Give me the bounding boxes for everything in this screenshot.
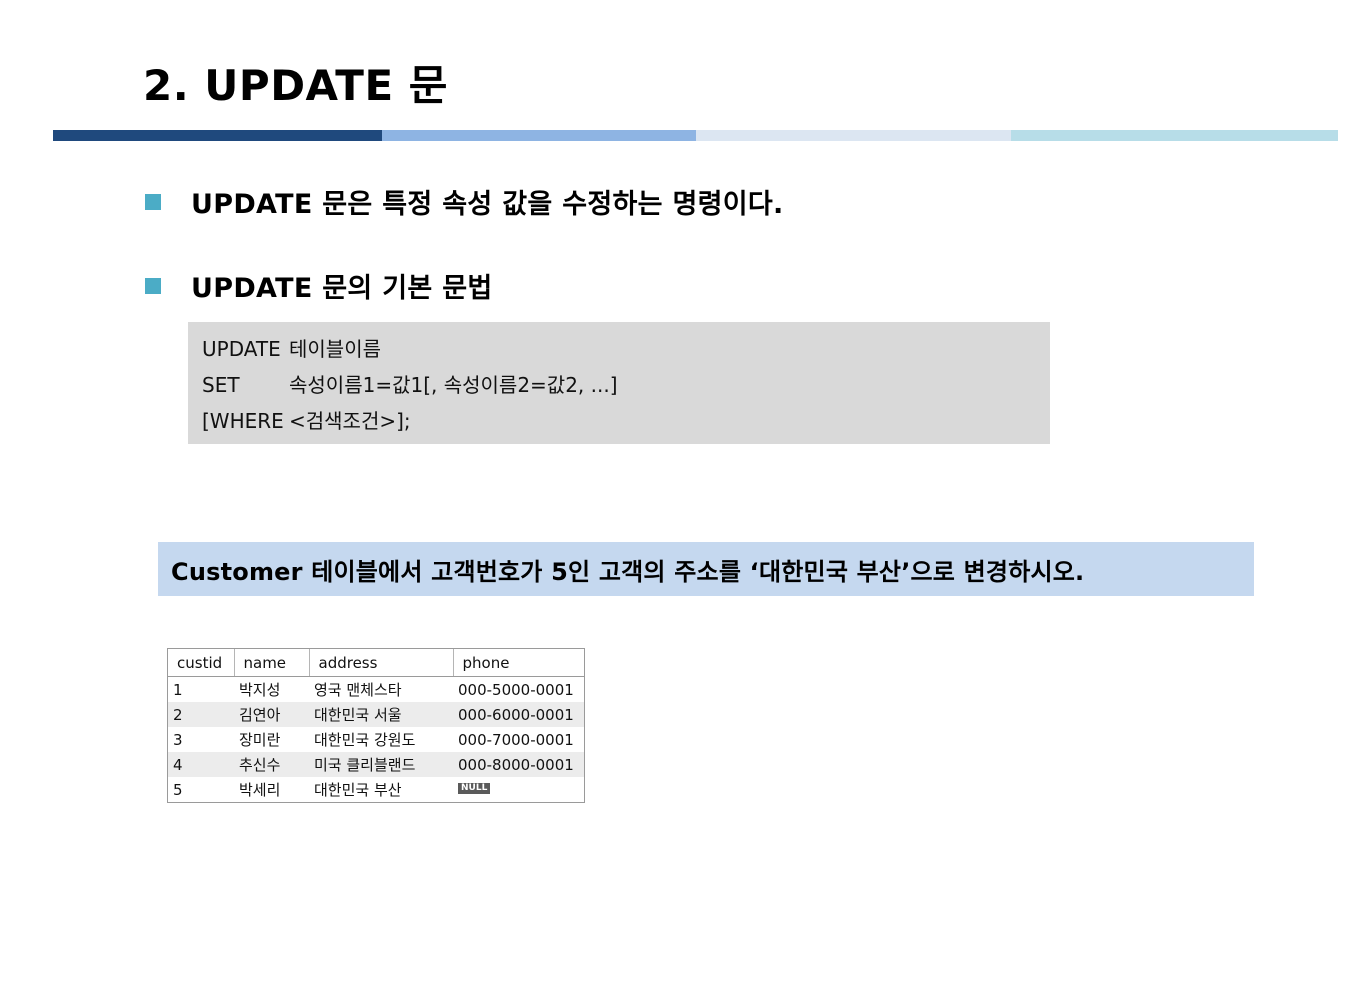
square-bullet-icon	[145, 277, 161, 294]
result-grid: custid name address phone 1 박지성 영국 맨체스타 …	[167, 648, 585, 803]
cell-custid[interactable]: 4	[168, 752, 234, 777]
cell-address[interactable]: 미국 클리블랜드	[309, 752, 453, 777]
bullet-item-syntax: UPDATE 문의 기본 문법	[145, 266, 493, 305]
table-row[interactable]: 2 김연아 대한민국 서울 000-6000-0001	[168, 702, 584, 727]
result-table: custid name address phone 1 박지성 영국 맨체스타 …	[168, 649, 584, 802]
divider-segment-2	[382, 130, 696, 141]
syntax-line: [WHERE <검색조건>];	[202, 406, 1050, 442]
syntax-keyword: SET	[202, 373, 240, 397]
cell-address[interactable]: 대한민국 강원도	[309, 727, 453, 752]
cell-address[interactable]: 대한민국 부산	[309, 777, 453, 802]
cell-name[interactable]: 추신수	[234, 752, 309, 777]
divider-segment-4	[1011, 130, 1338, 141]
syntax-text: <검색조건>];	[289, 409, 411, 433]
cell-phone[interactable]: NULL	[453, 777, 584, 802]
cell-custid[interactable]: 2	[168, 702, 234, 727]
syntax-text: 속성이름1=값1[, 속성이름2=값2, ...]	[289, 373, 618, 397]
syntax-line: UPDATE 테이블이름	[202, 334, 1050, 370]
cell-phone[interactable]: 000-5000-0001	[453, 677, 584, 703]
divider-segment-3	[696, 130, 1011, 141]
table-row[interactable]: 1 박지성 영국 맨체스타 000-5000-0001	[168, 677, 584, 703]
cell-custid[interactable]: 5	[168, 777, 234, 802]
syntax-keyword: UPDATE	[202, 337, 281, 361]
column-header-custid[interactable]: custid	[168, 649, 235, 677]
cell-address[interactable]: 대한민국 서울	[309, 702, 453, 727]
bullet-text: UPDATE 문은 특정 속성 값을 수정하는 명령이다.	[191, 189, 784, 220]
column-header-phone[interactable]: phone	[453, 649, 584, 677]
cell-name[interactable]: 박지성	[234, 677, 309, 703]
syntax-box: UPDATE 테이블이름 SET 속성이름1=값1[, 속성이름2=값2, ...]…	[188, 322, 1050, 444]
example-question: Customer 테이블에서 고객번호가 5인 고객의 주소를 ‘대한민국 부산…	[158, 542, 1254, 596]
table-row[interactable]: 5 박세리 대한민국 부산 NULL	[168, 777, 584, 802]
table-row[interactable]: 3 장미란 대한민국 강원도 000-7000-0001	[168, 727, 584, 752]
syntax-text: 테이블이름	[289, 337, 381, 361]
syntax-line: SET 속성이름1=값1[, 속성이름2=값2, ...]	[202, 370, 1050, 406]
column-header-name[interactable]: name	[234, 649, 310, 677]
cell-name[interactable]: 장미란	[234, 727, 309, 752]
cell-phone[interactable]: 000-8000-0001	[453, 752, 584, 777]
bullet-text: UPDATE 문의 기본 문법	[191, 273, 493, 304]
cell-phone[interactable]: 000-6000-0001	[453, 702, 584, 727]
divider-segment-1	[53, 130, 382, 141]
syntax-keyword: [WHERE	[202, 409, 284, 433]
cell-address[interactable]: 영국 맨체스타	[309, 677, 453, 703]
title-divider	[53, 130, 1338, 141]
bullet-item-definition: UPDATE 문은 특정 속성 값을 수정하는 명령이다.	[145, 182, 784, 221]
null-badge: NULL	[458, 782, 491, 794]
column-header-address[interactable]: address	[309, 649, 454, 677]
table-header-row: custid name address phone	[168, 649, 584, 677]
cell-name[interactable]: 김연아	[234, 702, 309, 727]
cell-custid[interactable]: 1	[168, 677, 234, 703]
table-row[interactable]: 4 추신수 미국 클리블랜드 000-8000-0001	[168, 752, 584, 777]
cell-name[interactable]: 박세리	[234, 777, 309, 802]
square-bullet-icon	[145, 193, 161, 210]
page-title: 2. UPDATE 문	[143, 61, 448, 110]
cell-phone[interactable]: 000-7000-0001	[453, 727, 584, 752]
cell-custid[interactable]: 3	[168, 727, 234, 752]
